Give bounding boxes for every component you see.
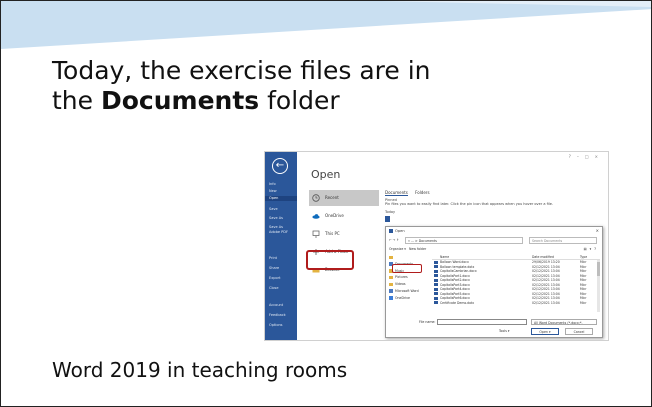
file-list: Name Date modified Type Balloon Word.doc… xyxy=(432,254,600,316)
tree-item-microsoft-word[interactable]: Microsoft Word xyxy=(388,288,428,295)
nav-item-new[interactable]: New xyxy=(269,189,295,194)
place-onedrive[interactable]: OneDrive xyxy=(309,208,379,224)
tree-item-onedrive[interactable]: OneDrive xyxy=(388,295,428,302)
title-bold: Documents xyxy=(100,86,260,115)
nav-item-options[interactable]: Options xyxy=(269,323,295,328)
dialog-toolbar: Organize ▾ New folder ▤ ▾ ? xyxy=(389,246,599,252)
cloud-icon xyxy=(312,214,320,219)
place-label: This PC xyxy=(325,231,340,236)
address-bar: ← → ↑ « ... > Documents Search Documents xyxy=(389,237,599,244)
window-controls[interactable]: ?–□× xyxy=(569,154,604,159)
place-this-pc[interactable]: This PC xyxy=(309,226,379,242)
word-file-icon xyxy=(434,265,438,269)
dialog-footer: File name: All Word Documents (*.docx;*.… xyxy=(389,319,599,337)
word-file-icon xyxy=(434,260,438,264)
tree-item-pictures[interactable]: Pictures xyxy=(388,274,428,281)
open-heading: Open xyxy=(311,168,341,181)
recent-panel: Documents Folders Pinned Pin files you w… xyxy=(385,190,575,224)
nav-item-open[interactable]: Open xyxy=(265,196,297,201)
tree-item-videos[interactable]: Videos xyxy=(388,281,428,288)
place-recent[interactable]: Recent xyxy=(309,190,379,206)
browse-highlight xyxy=(306,250,354,270)
tools-button[interactable]: Tools ▾ xyxy=(499,329,509,333)
file-name-input[interactable] xyxy=(437,319,527,325)
recent-row[interactable] xyxy=(385,214,575,224)
nav-item-info[interactable]: Info xyxy=(269,182,295,187)
slide-title: Today, the exercise files are in the Doc… xyxy=(52,56,572,116)
cancel-button[interactable]: Cancel xyxy=(565,328,593,335)
backstage-main: ?–□× Open Recent OneDrive This PC Add a … xyxy=(297,152,608,340)
title-bar: ?–□× xyxy=(297,152,608,162)
place-label: Recent xyxy=(325,195,339,200)
open-button[interactable]: Open ▾ xyxy=(531,328,559,335)
nav-arrows-icon[interactable]: ← → ↑ xyxy=(389,238,399,242)
file-name: Certificate Demo.dotx xyxy=(440,300,475,305)
place-label: OneDrive xyxy=(325,213,344,218)
title-pre: the xyxy=(52,86,101,115)
new-folder-button[interactable]: New folder xyxy=(409,246,426,252)
nav-item-print[interactable]: Print xyxy=(269,256,295,261)
slide-caption: Word 2019 in teaching rooms xyxy=(52,358,348,382)
word-file-icon xyxy=(434,292,438,296)
file-type-select[interactable]: All Word Documents (*.docx;*. xyxy=(531,319,597,325)
backstage-nav: ← Info New Open Save Save As Save As Ado… xyxy=(265,152,297,340)
word-file-icon xyxy=(434,274,438,278)
computer-icon xyxy=(312,230,320,238)
clock-icon xyxy=(312,194,320,202)
close-icon[interactable]: × xyxy=(596,227,599,235)
documents-highlight xyxy=(392,264,422,273)
recent-tabs: Documents Folders xyxy=(385,190,575,196)
word-file-icon xyxy=(434,296,438,300)
title-post: folder xyxy=(259,86,340,115)
nav-item-export[interactable]: Export xyxy=(269,276,295,281)
folder-tree: Documents Music Pictures Videos Microsof… xyxy=(388,254,428,314)
word-file-icon xyxy=(434,287,438,291)
word-file-icon xyxy=(434,283,438,287)
word-open-screenshot: ← Info New Open Save Save As Save As Ado… xyxy=(264,151,609,341)
word-file-icon xyxy=(434,301,438,305)
open-dialog: Open × ← → ↑ « ... > Documents Search Do… xyxy=(385,226,603,338)
back-arrow-icon[interactable]: ← xyxy=(272,158,288,174)
nav-item-save-as[interactable]: Save As xyxy=(269,216,295,221)
file-row[interactable]: Certificate Demo.dotx 02/12/2021 13:04 Mic… xyxy=(432,301,600,306)
tab-documents[interactable]: Documents xyxy=(385,190,408,196)
slide: Today, the exercise files are in the Doc… xyxy=(0,0,652,407)
scrollbar[interactable] xyxy=(597,260,600,312)
pinned-text: Pin files you want to easily find later.… xyxy=(385,202,554,206)
word-file-icon xyxy=(434,278,438,282)
view-icon[interactable]: ▤ ▾ ? xyxy=(584,246,597,252)
nav-item-close[interactable]: Close xyxy=(269,286,295,291)
path-field[interactable]: « ... > Documents xyxy=(405,237,523,244)
file-type: Micr xyxy=(580,300,587,305)
tree-item-quick[interactable] xyxy=(388,254,428,261)
title-line-1: Today, the exercise files are in xyxy=(52,56,431,85)
dialog-title: Open xyxy=(386,227,602,235)
word-file-icon xyxy=(434,269,438,273)
organize-button[interactable]: Organize ▾ xyxy=(389,247,406,251)
file-date: 02/12/2021 13:04 xyxy=(532,300,560,305)
nav-item-save-as-pdf[interactable]: Save As Adobe PDF xyxy=(269,225,295,235)
search-input[interactable]: Search Documents xyxy=(529,237,597,244)
tab-folders[interactable]: Folders xyxy=(415,190,429,195)
header-band xyxy=(1,1,651,49)
file-name-label: File name: xyxy=(419,320,436,324)
title-line-2: the Documents folder xyxy=(52,86,572,116)
nav-item-account[interactable]: Account xyxy=(269,303,295,308)
nav-item-save[interactable]: Save xyxy=(269,207,295,212)
nav-item-share[interactable]: Share xyxy=(269,266,295,271)
nav-item-feedback[interactable]: Feedback xyxy=(269,313,295,318)
